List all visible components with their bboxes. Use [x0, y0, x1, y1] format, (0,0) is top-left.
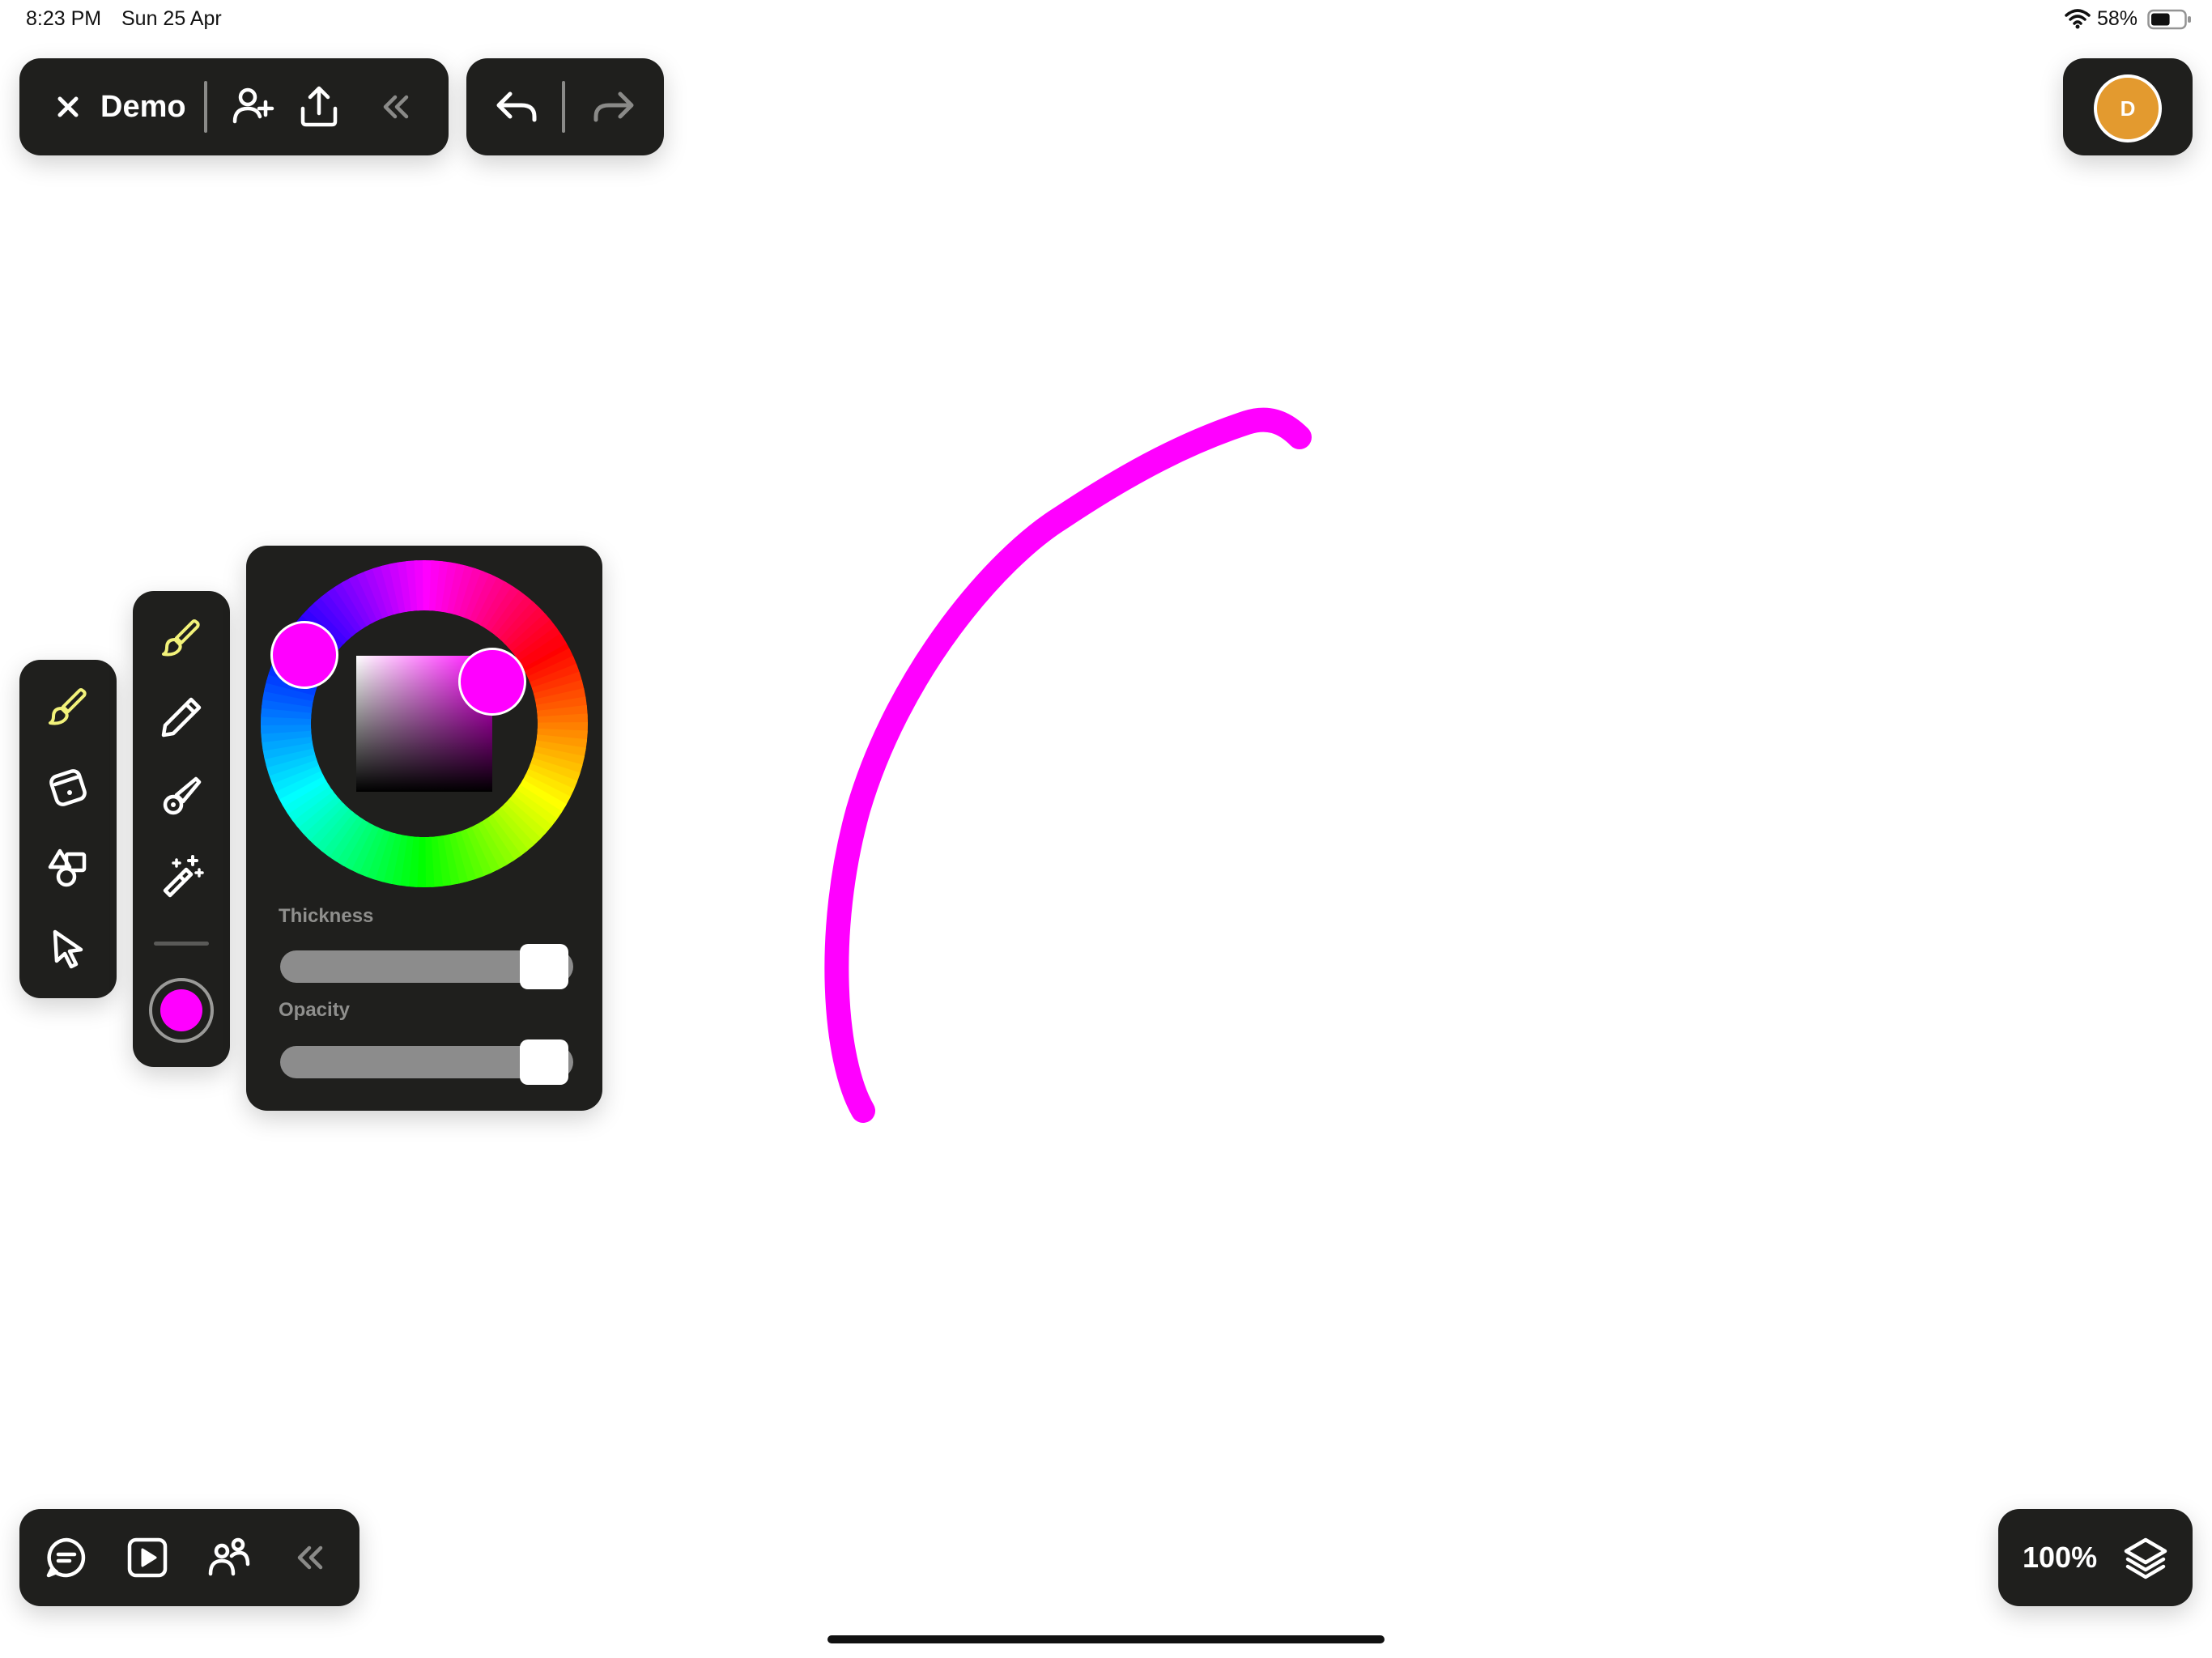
chevron-double-left-icon[interactable] [372, 84, 418, 130]
add-user-icon[interactable] [227, 81, 279, 133]
color-picker-panel: Thickness Opacity [246, 546, 602, 1111]
hue-handle[interactable] [270, 620, 338, 689]
history-divider [562, 81, 565, 133]
zoom-panel: 100% [1998, 1509, 2193, 1606]
play-icon[interactable] [121, 1532, 173, 1584]
cursor-icon[interactable] [44, 925, 92, 974]
brush-palette [133, 591, 230, 1067]
main-toolbar: Demo [19, 58, 449, 155]
opacity-slider[interactable] [280, 1039, 573, 1085]
shapes-icon[interactable] [44, 844, 92, 893]
share-icon[interactable] [293, 81, 345, 133]
layers-icon[interactable] [2120, 1532, 2172, 1584]
comment-icon[interactable] [40, 1532, 92, 1584]
history-toolbar [466, 58, 664, 155]
thickness-slider-thumb[interactable] [519, 944, 568, 989]
avatar[interactable]: D [2094, 74, 2162, 142]
palette-divider [154, 942, 209, 946]
close-icon[interactable] [44, 83, 92, 131]
paint-brush-icon[interactable] [157, 614, 206, 662]
current-color-swatch [160, 989, 202, 1031]
redo-icon[interactable] [588, 81, 640, 133]
profile-panel: D [2063, 58, 2193, 155]
thickness-slider[interactable] [280, 944, 573, 989]
saturation-value-handle[interactable] [458, 648, 526, 716]
undo-icon[interactable] [491, 81, 542, 133]
bottom-toolbar [19, 1509, 359, 1606]
opacity-label: Opacity [279, 999, 351, 1021]
chevron-double-left-icon[interactable] [287, 1535, 332, 1580]
people-icon[interactable] [202, 1532, 254, 1584]
current-color-button[interactable] [149, 978, 214, 1043]
marker-icon[interactable] [157, 772, 206, 821]
eraser-icon[interactable] [44, 763, 92, 812]
brush-icon[interactable] [44, 682, 92, 731]
home-indicator[interactable] [827, 1635, 1385, 1643]
toolbar-divider [204, 81, 207, 133]
opacity-slider-thumb[interactable] [519, 1039, 568, 1085]
tool-palette [19, 660, 117, 998]
thickness-label: Thickness [279, 905, 374, 927]
pencil-icon[interactable] [157, 693, 206, 742]
canvas-stroke[interactable] [824, 407, 1312, 1123]
zoom-level[interactable]: 100% [2023, 1509, 2097, 1606]
magic-wand-icon[interactable] [157, 852, 206, 900]
document-title[interactable]: Demo [100, 58, 186, 155]
